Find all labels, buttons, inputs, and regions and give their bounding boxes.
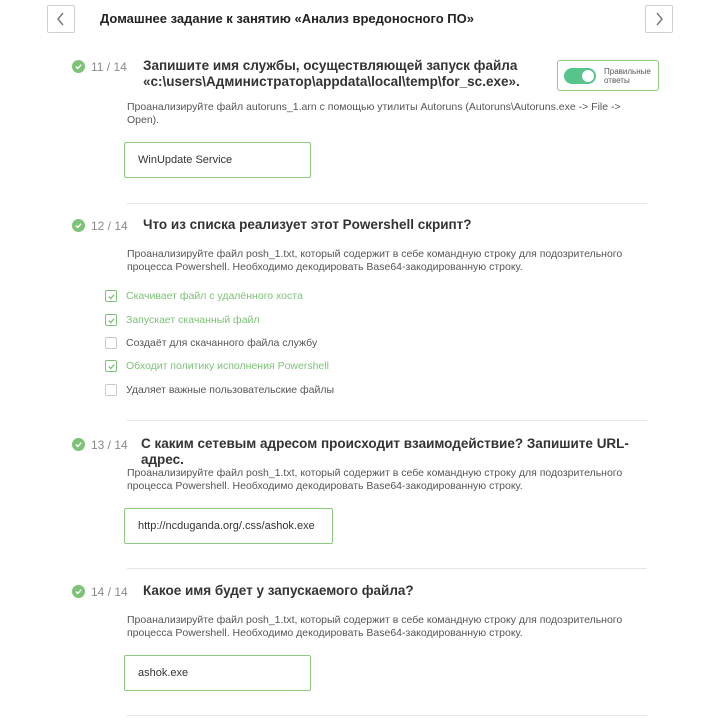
option-checkbox[interactable]: Создаёт для скачанного файла службу [105,337,317,349]
chevron-right-icon [656,12,663,26]
divider [127,715,647,716]
question-description: Проанализируйте файл autoruns_1.arn с по… [127,101,621,126]
check-circle-icon [72,438,85,451]
question-description: Проанализируйте файл posh_1.txt, который… [127,467,623,492]
option-checkbox[interactable]: Удаляет важные пользовательские файлы [105,384,334,396]
question-header: 14 / 14 Какое имя будет у запускаемого ф… [72,583,414,599]
checkbox-empty-icon[interactable] [105,337,117,349]
prev-button[interactable] [47,5,75,33]
option-label: Обходит политику исполнения Powershell [126,360,329,372]
checkbox-checked-icon[interactable] [105,290,117,302]
option-label: Запускает скачанный файл [126,314,260,326]
answer-field[interactable]: WinUpdate Service [124,142,311,178]
chevron-left-icon [57,12,64,26]
question-title: С каким сетевым адресом происходит взаим… [140,436,629,467]
question-title: Какое имя будет у запускаемого файла? [143,583,414,598]
question-number: 14 / 14 [91,585,128,599]
divider [127,203,647,204]
option-checkbox[interactable]: Обходит политику исполнения Powershell [105,360,329,372]
option-label: Скачивает файл с удалённого хоста [126,290,303,302]
question-title: Запишите имя службы, осуществляющей запу… [143,58,520,89]
option-label: Удаляет важные пользовательские файлы [126,384,335,396]
divider [127,568,647,569]
question-number: 11 / 14 [91,60,127,74]
check-circle-icon [72,585,85,598]
checkbox-checked-icon[interactable] [105,360,117,372]
question-header: 12 / 14 Что из списка реализует этот Pow… [72,217,472,233]
option-checkbox[interactable]: Скачивает файл с удалённого хоста [105,290,303,302]
answer-field[interactable]: http://ncduganda.org/.css/ashok.exe [124,508,333,544]
option-label: Создаёт для скачанного файла службу [126,337,318,349]
question-header: 11 / 14 Запишите имя службы, осуществляю… [72,58,520,90]
question-description: Проанализируйте файл posh_1.txt, который… [127,248,623,273]
option-checkbox[interactable]: Запускает скачанный файл [105,314,260,326]
correct-answers-toggle-card[interactable]: Правильные ответы [557,60,659,91]
toggle-label: Правильные ответы [604,66,651,85]
toggle-knob [582,69,594,82]
question-number: 13 / 14 [91,438,128,452]
check-circle-icon [72,219,85,232]
question-title: Что из списка реализует этот Powershell … [143,217,472,232]
next-button[interactable] [645,5,673,33]
answer-field[interactable]: ashok.exe [124,655,311,691]
question-header: 13 / 14 С каким сетевым адресом происход… [72,436,648,468]
checkbox-checked-icon[interactable] [105,314,117,326]
check-circle-icon [72,60,85,73]
correct-answers-toggle[interactable] [564,67,596,84]
page-title: Домашнее задание к занятию «Анализ вредо… [100,11,474,26]
checkbox-empty-icon[interactable] [105,384,117,396]
question-number: 12 / 14 [91,219,128,233]
question-description: Проанализируйте файл posh_1.txt, который… [127,614,623,639]
divider [127,420,647,421]
